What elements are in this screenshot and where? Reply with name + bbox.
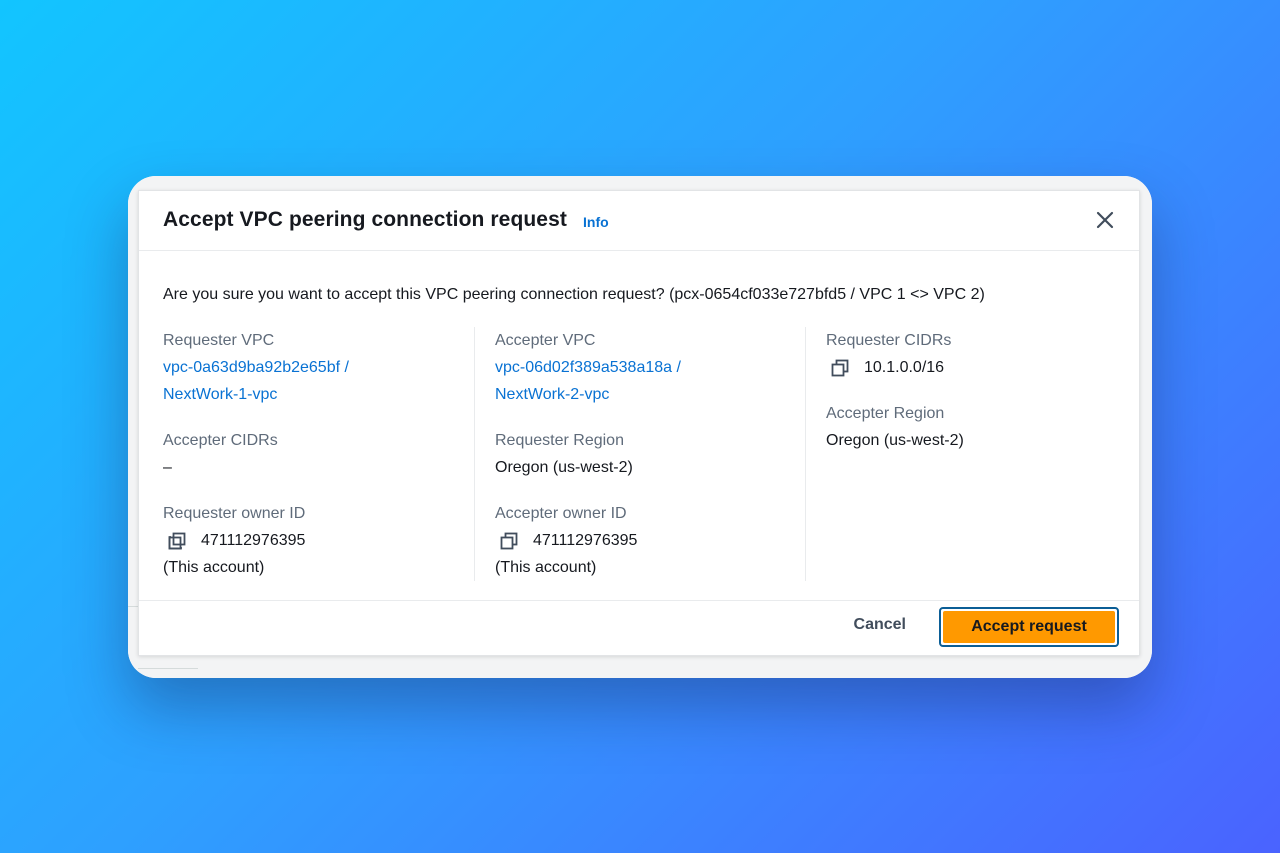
details-column-2: Accepter VPC vpc-06d02f389a538a18a / Nex… bbox=[474, 327, 785, 581]
requester-owner-label: Requester owner ID bbox=[163, 505, 306, 522]
requester-cidrs-field: Requester CIDRs 10.1.0.0/16 bbox=[826, 327, 951, 381]
close-icon bbox=[1096, 211, 1114, 229]
requester-vpc-field: Requester VPC vpc-0a63d9ba92b2e65bf / Ne… bbox=[163, 327, 349, 408]
accepter-vpc-label: Accepter VPC bbox=[495, 332, 596, 349]
accepter-cidrs-value: – bbox=[163, 459, 172, 476]
info-link[interactable]: Info bbox=[583, 214, 609, 230]
requester-owner-copy-row: 471112976395 bbox=[163, 527, 305, 554]
accepter-owner-field: Accepter owner ID 471112976395 (This acc… bbox=[495, 500, 637, 581]
accepter-owner-note: (This account) bbox=[495, 559, 597, 576]
modal-title: Accept VPC peering connection request bbox=[163, 208, 567, 231]
requester-cidrs-value: 10.1.0.0/16 bbox=[864, 359, 945, 376]
modal-footer: Cancel Accept request bbox=[139, 600, 1139, 655]
accepter-region-value: Oregon (us-west-2) bbox=[826, 432, 964, 449]
requester-region-value: Oregon (us-west-2) bbox=[495, 459, 633, 476]
requester-vpc-label: Requester VPC bbox=[163, 332, 275, 349]
requester-owner-field: Requester owner ID 471112976395 (This ac… bbox=[163, 500, 305, 581]
accepter-region-field: Accepter Region Oregon (us-west-2) bbox=[826, 400, 964, 454]
accepter-vpc-field: Accepter VPC vpc-06d02f389a538a18a / Nex… bbox=[495, 327, 681, 408]
cancel-button[interactable]: Cancel bbox=[854, 616, 906, 634]
accepter-owner-id: 471112976395 bbox=[533, 532, 638, 549]
background-divider bbox=[138, 668, 198, 669]
accepter-cidrs-label: Accepter CIDRs bbox=[163, 432, 278, 449]
accept-request-label: Accept request bbox=[943, 611, 1115, 643]
accept-peering-modal: Accept VPC peering connection request In… bbox=[138, 190, 1140, 656]
accepter-vpc-id-link[interactable]: vpc-06d02f389a538a18a / bbox=[495, 354, 681, 381]
copy-icon[interactable] bbox=[500, 532, 518, 550]
requester-owner-note: (This account) bbox=[163, 559, 265, 576]
copy-icon[interactable] bbox=[831, 359, 849, 377]
accepter-owner-label: Accepter owner ID bbox=[495, 505, 627, 522]
accepter-cidrs-field: Accepter CIDRs – bbox=[163, 427, 278, 481]
accepter-owner-copy-row: 471112976395 bbox=[495, 527, 637, 554]
requester-vpc-id-link[interactable]: vpc-0a63d9ba92b2e65bf / bbox=[163, 354, 349, 381]
accept-request-button[interactable]: Accept request bbox=[939, 607, 1119, 647]
requester-owner-id: 471112976395 bbox=[201, 532, 306, 549]
modal-body: Are you sure you want to accept this VPC… bbox=[163, 251, 1115, 600]
accepter-vpc-name-link[interactable]: NextWork-2-vpc bbox=[495, 381, 681, 408]
requester-region-label: Requester Region bbox=[495, 432, 624, 449]
requester-region-field: Requester Region Oregon (us-west-2) bbox=[495, 427, 633, 481]
details-column-1: Requester VPC vpc-0a63d9ba92b2e65bf / Ne… bbox=[163, 327, 473, 581]
requester-cidrs-label: Requester CIDRs bbox=[826, 332, 952, 349]
requester-cidrs-copy-row: 10.1.0.0/16 bbox=[826, 354, 951, 381]
requester-vpc-name-link[interactable]: NextWork-1-vpc bbox=[163, 381, 349, 408]
details-column-3: Requester CIDRs 10.1.0.0/16 Accepter Reg… bbox=[805, 327, 1116, 581]
screenshot-frame: Accept VPC peering connection request In… bbox=[128, 176, 1152, 678]
copy-icon[interactable] bbox=[168, 532, 186, 550]
confirmation-question: Are you sure you want to accept this VPC… bbox=[163, 286, 985, 303]
accepter-region-label: Accepter Region bbox=[826, 405, 945, 422]
close-button[interactable] bbox=[1093, 208, 1117, 232]
modal-header: Accept VPC peering connection request In… bbox=[139, 191, 1139, 251]
